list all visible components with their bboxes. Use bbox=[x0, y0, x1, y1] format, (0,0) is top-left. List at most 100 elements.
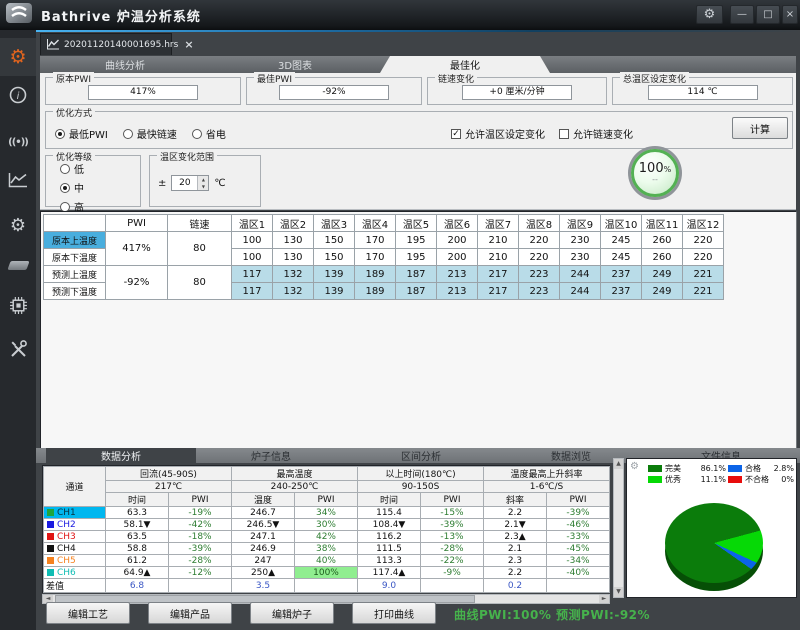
zone-column-header: 温区12 bbox=[683, 215, 724, 232]
optimization-progress-gauge: 100% -- bbox=[631, 149, 679, 197]
zone-temp-cell: 117 bbox=[232, 266, 273, 283]
permission-label: 允许温区设定变化 bbox=[465, 126, 545, 141]
zone-column-header: 温区2 bbox=[273, 215, 314, 232]
zone-row-label[interactable]: 原本上温度 bbox=[44, 232, 106, 249]
zone-temp-cell: 245 bbox=[601, 232, 642, 249]
sidebar-item-info[interactable]: i bbox=[0, 78, 36, 116]
channel-color-icon bbox=[47, 533, 54, 540]
svg-text:i: i bbox=[17, 91, 20, 102]
main-tab-0[interactable]: 曲线分析 bbox=[40, 56, 210, 73]
zone-row-label[interactable]: 原本下温度 bbox=[44, 249, 106, 266]
titlebar-settings-icon[interactable]: ⚙ bbox=[696, 5, 723, 24]
speed-change-value[interactable]: +0 厘米/分钟 bbox=[462, 85, 572, 100]
zone-row-label[interactable]: 预测上温度 bbox=[44, 266, 106, 283]
zone-temp-cell: 139 bbox=[314, 266, 355, 283]
level-radio-1[interactable]: 中 bbox=[60, 180, 84, 195]
zone-temp-cell: 213 bbox=[437, 266, 478, 283]
sidebar-item-chip[interactable] bbox=[0, 288, 36, 326]
document-tab[interactable]: 20201120140001695.hrs × bbox=[40, 33, 172, 55]
channel-cell-ch6[interactable]: CH6 bbox=[44, 567, 106, 579]
channel-cell-ch4[interactable]: CH4 bbox=[44, 543, 106, 555]
zone-corner-cell bbox=[44, 215, 106, 232]
info-icon: i bbox=[8, 85, 28, 109]
analysis-subcolumn-header: PWI bbox=[547, 493, 610, 507]
minimize-button[interactable]: — bbox=[730, 5, 754, 24]
mode-radio-0[interactable]: 最低PWI bbox=[55, 126, 108, 141]
vertical-scrollbar[interactable]: ▲ ▼ bbox=[613, 458, 624, 598]
main-tab-1[interactable]: 3D图表 bbox=[210, 56, 380, 73]
permission-checkbox-1[interactable]: 允许链速变化 bbox=[559, 126, 633, 141]
edit-furnace-button[interactable]: 编辑炉子 bbox=[250, 602, 334, 624]
mode-radio-2[interactable]: 省电 bbox=[192, 126, 226, 141]
channel-label: CH6 bbox=[57, 568, 76, 578]
sidebar-item-gear[interactable]: ⚙ bbox=[0, 206, 36, 244]
radio-icon bbox=[55, 129, 65, 139]
analysis-group-title: 温度最高上升斜率 bbox=[484, 467, 610, 481]
bottom-tab-2[interactable]: 区间分析 bbox=[346, 448, 496, 463]
scroll-down-icon[interactable]: ▼ bbox=[614, 587, 623, 597]
scroll-up-icon[interactable]: ▲ bbox=[614, 459, 623, 469]
analysis-cell: 42% bbox=[295, 531, 358, 543]
document-tab-label: 20201120140001695.hrs bbox=[64, 40, 178, 50]
channel-cell-ch5[interactable]: CH5 bbox=[44, 555, 106, 567]
zone-setting-change-value[interactable]: 114 ℃ bbox=[648, 85, 758, 100]
channel-cell-ch3[interactable]: CH3 bbox=[44, 531, 106, 543]
zone-temperature-table: PWI链速温区1温区2温区3温区4温区5温区6温区7温区8温区9温区10温区11… bbox=[43, 214, 724, 300]
zone-temp-cell: 244 bbox=[560, 266, 601, 283]
close-button[interactable]: × bbox=[782, 5, 798, 24]
analysis-group-title: 回流(45-90S) bbox=[106, 467, 232, 481]
range-value[interactable]: 20 bbox=[172, 176, 197, 190]
mode-radio-1[interactable]: 最快链速 bbox=[123, 126, 177, 141]
zone-row-label[interactable]: 预测下温度 bbox=[44, 283, 106, 300]
sidebar-item-wireless-signal[interactable]: ((•)) bbox=[0, 120, 36, 158]
analysis-cell: 247.1 bbox=[232, 531, 295, 543]
sidebar-item-tools[interactable] bbox=[0, 332, 36, 370]
channel-cell-ch2[interactable]: CH2 bbox=[44, 519, 106, 531]
channel-cell-ch1[interactable]: CH1 bbox=[44, 507, 106, 519]
calculate-button[interactable]: 计算 bbox=[732, 117, 788, 139]
zone-temp-cell: 221 bbox=[683, 266, 724, 283]
pie-settings-icon[interactable]: ⚙ bbox=[630, 461, 639, 472]
analysis-cell: 247 bbox=[232, 555, 295, 567]
zone-temp-cell: 213 bbox=[437, 283, 478, 300]
analysis-cell: -19% bbox=[169, 507, 232, 519]
zone-column-header: 温区3 bbox=[314, 215, 355, 232]
analysis-group-title: 最高温度 bbox=[232, 467, 358, 481]
analysis-cell: 113.3 bbox=[358, 555, 421, 567]
bottom-tab-0[interactable]: 数据分析 bbox=[46, 448, 196, 463]
bottom-tab-1[interactable]: 炉子信息 bbox=[196, 448, 346, 463]
edit-product-button[interactable]: 编辑产品 bbox=[148, 602, 232, 624]
main-tab-2[interactable]: 最佳化 bbox=[380, 56, 550, 73]
print-curve-button[interactable]: 打印曲线 bbox=[352, 602, 436, 624]
analysis-cell: 34% bbox=[295, 507, 358, 519]
permission-checkbox-0[interactable]: ✓允许温区设定变化 bbox=[451, 126, 545, 141]
analysis-cell: 2.1 bbox=[484, 543, 547, 555]
zone-temp-cell: 221 bbox=[683, 283, 724, 300]
vertical-scroll-track[interactable] bbox=[614, 469, 623, 587]
legend-value: 2.8% bbox=[774, 464, 794, 473]
best-pwi-label: 最佳PWI bbox=[254, 72, 295, 85]
analysis-cell: -22% bbox=[421, 555, 484, 567]
spinner-down-icon[interactable]: ▼ bbox=[198, 183, 208, 190]
optimize-level-group: 优化等级 低中高 bbox=[45, 155, 141, 207]
difference-cell: 3.5 bbox=[232, 579, 295, 593]
sidebar-item-curve-chart[interactable] bbox=[0, 163, 36, 201]
document-close-icon[interactable]: × bbox=[182, 38, 195, 51]
spinner-up-icon[interactable]: ▲ bbox=[198, 176, 208, 183]
analysis-cell: 61.2 bbox=[106, 555, 169, 567]
best-pwi-value[interactable]: -92% bbox=[279, 85, 389, 100]
analysis-cell: -28% bbox=[421, 543, 484, 555]
maximize-button[interactable]: □ bbox=[756, 5, 780, 24]
sidebar-item-settings-gear[interactable]: ⚙ bbox=[0, 38, 36, 76]
channel-label: CH5 bbox=[57, 556, 76, 566]
zone-column-header: 温区4 bbox=[355, 215, 396, 232]
datalogger-icon bbox=[9, 255, 28, 274]
scroll-right-icon[interactable]: ► bbox=[599, 595, 609, 603]
main-tab-strip: 曲线分析3D图表最佳化 bbox=[40, 56, 796, 73]
level-radio-0[interactable]: 低 bbox=[60, 161, 84, 176]
range-spinner[interactable]: 20 ▲ ▼ bbox=[171, 175, 209, 191]
mode-radio-label: 省电 bbox=[206, 126, 226, 141]
sidebar-item-datalogger[interactable] bbox=[0, 245, 36, 283]
edit-process-button[interactable]: 编辑工艺 bbox=[46, 602, 130, 624]
original-pwi-value[interactable]: 417% bbox=[88, 85, 198, 100]
